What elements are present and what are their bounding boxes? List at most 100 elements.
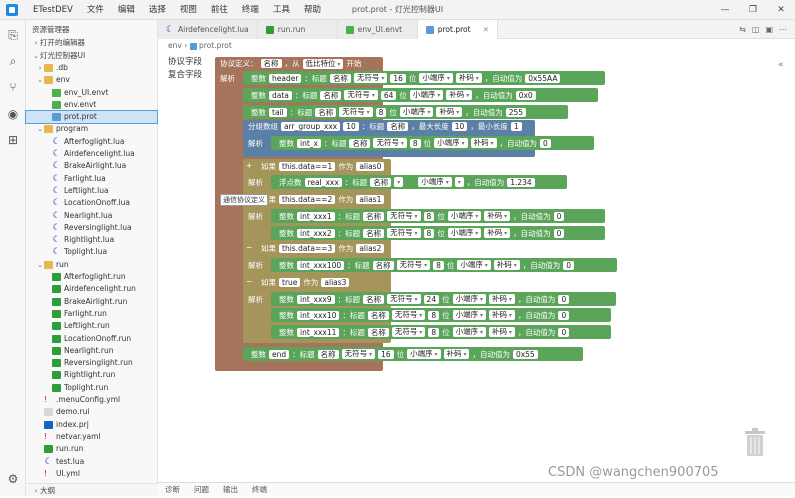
close-tab-icon[interactable]: ✕: [475, 26, 489, 34]
bits-input[interactable]: 8: [428, 327, 440, 337]
menu-file[interactable]: 文件: [80, 0, 111, 20]
bits-input[interactable]: 16: [390, 73, 406, 83]
tree-file[interactable]: ☾ test.lua: [26, 456, 157, 468]
auto-value-input[interactable]: 0: [563, 260, 574, 270]
tree-file[interactable]: ☾ Afterfoglight.lua: [26, 136, 157, 148]
encoding-dropdown[interactable]: 补码: [484, 228, 511, 238]
endian-dropdown[interactable]: 小端序: [457, 260, 491, 270]
tree-file[interactable]: ☾ Airdefencelight.lua: [26, 148, 157, 160]
group-size-input[interactable]: 10: [343, 122, 359, 131]
debug-icon[interactable]: ◉: [6, 107, 20, 121]
menu-go[interactable]: 前往: [204, 0, 235, 20]
group-title-input[interactable]: 名称: [387, 122, 409, 131]
field-name-input[interactable]: int_xxx9: [297, 294, 335, 304]
tree-file[interactable]: LocationOnoff.run: [26, 333, 157, 345]
tab-env-ui[interactable]: env_UI.envt: [337, 20, 418, 39]
sign-dropdown[interactable]: 无符号: [339, 107, 373, 117]
search-icon[interactable]: ⌕: [6, 54, 20, 68]
tree-file[interactable]: ☾ Farlight.lua: [26, 173, 157, 185]
field-name-input[interactable]: int_xxx100: [297, 260, 345, 270]
tab-terminal[interactable]: 终端: [245, 484, 274, 495]
field-title-input[interactable]: 名称: [367, 327, 389, 337]
tree-file[interactable]: Reversinglight.run: [26, 357, 157, 369]
field-title-input[interactable]: 名称: [349, 138, 371, 148]
sign-dropdown[interactable]: 无符号: [387, 228, 421, 238]
tree-file[interactable]: BrakeAirlight.run: [26, 296, 157, 308]
max-length-input[interactable]: 10: [451, 122, 468, 131]
auto-value-input[interactable]: 0: [553, 211, 565, 221]
field-title-input[interactable]: 名称: [329, 73, 351, 83]
tree-file[interactable]: env_UI.envt: [26, 87, 157, 99]
field-title-input[interactable]: 名称: [363, 294, 385, 304]
endian-dropdown[interactable]: 小端序: [452, 294, 487, 304]
field-name-input[interactable]: int_xxx1: [297, 211, 335, 221]
auto-value-input[interactable]: 0: [540, 138, 551, 148]
menu-help[interactable]: 帮助: [297, 0, 328, 20]
encoding-dropdown[interactable]: 补码: [455, 73, 482, 83]
bits-input[interactable]: 8: [409, 138, 421, 148]
tab-output[interactable]: 输出: [216, 484, 245, 495]
tree-file[interactable]: env.envt: [26, 99, 157, 111]
endian-dropdown[interactable]: 小端序: [419, 73, 453, 83]
group-name-input[interactable]: arr_group_xxx: [281, 122, 341, 131]
tree-file[interactable]: prot.prot: [25, 110, 158, 125]
gear-icon[interactable]: ⚙: [6, 472, 20, 486]
endian-dropdown[interactable]: 小端序: [434, 138, 468, 148]
sign-dropdown[interactable]: 无符号: [387, 211, 421, 221]
field-name-input[interactable]: int_xxx10: [297, 310, 340, 320]
bits-input[interactable]: 24: [423, 294, 440, 304]
menu-view[interactable]: 视图: [173, 0, 204, 20]
auto-value-input[interactable]: 0x55AA: [525, 73, 561, 83]
tab-run-run[interactable]: run.run: [257, 20, 338, 39]
encoding-dropdown[interactable]: 补码: [489, 310, 515, 320]
tree-file[interactable]: ☾ BrakeAirlight.lua: [26, 160, 157, 172]
menu-edit[interactable]: 编辑: [111, 0, 142, 20]
tree-file[interactable]: Toplight.run: [26, 382, 157, 394]
bits-input[interactable]: 8: [375, 107, 387, 117]
field-name-input[interactable]: int_x: [297, 138, 321, 148]
endian-dropdown[interactable]: 小端序: [452, 310, 487, 320]
tree-folder[interactable]: › .db: [26, 62, 157, 74]
collapse-icon[interactable]: −: [246, 276, 252, 287]
endian-dropdown[interactable]: 小端序: [399, 107, 434, 117]
endian-dropdown[interactable]: 小端序: [447, 228, 482, 238]
source-control-icon[interactable]: ⑂: [6, 80, 20, 94]
tree-file[interactable]: ☾ Toplight.lua: [26, 246, 157, 258]
tree-file[interactable]: ☾ Nearlight.lua: [26, 210, 157, 222]
encoding-dropdown[interactable]: 补码: [470, 138, 497, 148]
condition-input[interactable]: this.data==2: [279, 195, 336, 204]
field-name-input[interactable]: real_xxx: [304, 177, 342, 187]
auto-value-input[interactable]: 0: [558, 310, 570, 320]
endian-dropdown[interactable]: 小端序: [418, 177, 452, 187]
field-name-input[interactable]: int_xxx2: [297, 228, 335, 238]
sign-dropdown[interactable]: 无符号: [387, 294, 421, 304]
trash-icon[interactable]: [742, 425, 768, 457]
tree-file[interactable]: ! UI.yml: [26, 468, 157, 480]
encoding-dropdown[interactable]: [454, 177, 464, 187]
field-title-input[interactable]: 名称: [363, 228, 385, 238]
bits-input[interactable]: 8: [423, 211, 435, 221]
condition-input[interactable]: true: [279, 278, 301, 287]
tree-file[interactable]: ☾ LocationOnoff.lua: [26, 197, 157, 209]
files-icon[interactable]: ⎘: [6, 28, 20, 42]
endian-dropdown[interactable]: 小端序: [447, 211, 482, 221]
condition-input[interactable]: this.data==1: [279, 162, 336, 171]
project-section[interactable]: ⌄灯光控制器UI: [26, 49, 157, 62]
menu-tools[interactable]: 工具: [266, 0, 297, 20]
palette-composite-field[interactable]: 复合字段: [166, 69, 214, 82]
tab-problems[interactable]: 问题: [187, 484, 216, 495]
alias-input[interactable]: alias1: [356, 195, 385, 204]
block-canvas[interactable]: 协议字段 复合字段 协议定义：名称，从低比特位开始解析整数header：标题名称…: [158, 52, 795, 482]
field-title-input[interactable]: 名称: [363, 211, 385, 221]
endian-dropdown[interactable]: 小端序: [409, 90, 444, 100]
field-title-input[interactable]: 名称: [315, 107, 337, 117]
tree-folder[interactable]: ⌄ program: [26, 123, 157, 135]
field-title-input[interactable]: 名称: [372, 260, 394, 270]
bit-order-dropdown[interactable]: 低比特位: [302, 58, 344, 69]
bits-input[interactable]: 8: [423, 228, 435, 238]
field-name-input[interactable]: tail: [269, 107, 287, 117]
field-title-input[interactable]: 名称: [317, 349, 339, 359]
tree-file[interactable]: ! netvar.yaml: [26, 431, 157, 443]
auto-value-input[interactable]: 255: [505, 107, 527, 117]
encoding-dropdown[interactable]: 补码: [493, 260, 520, 270]
